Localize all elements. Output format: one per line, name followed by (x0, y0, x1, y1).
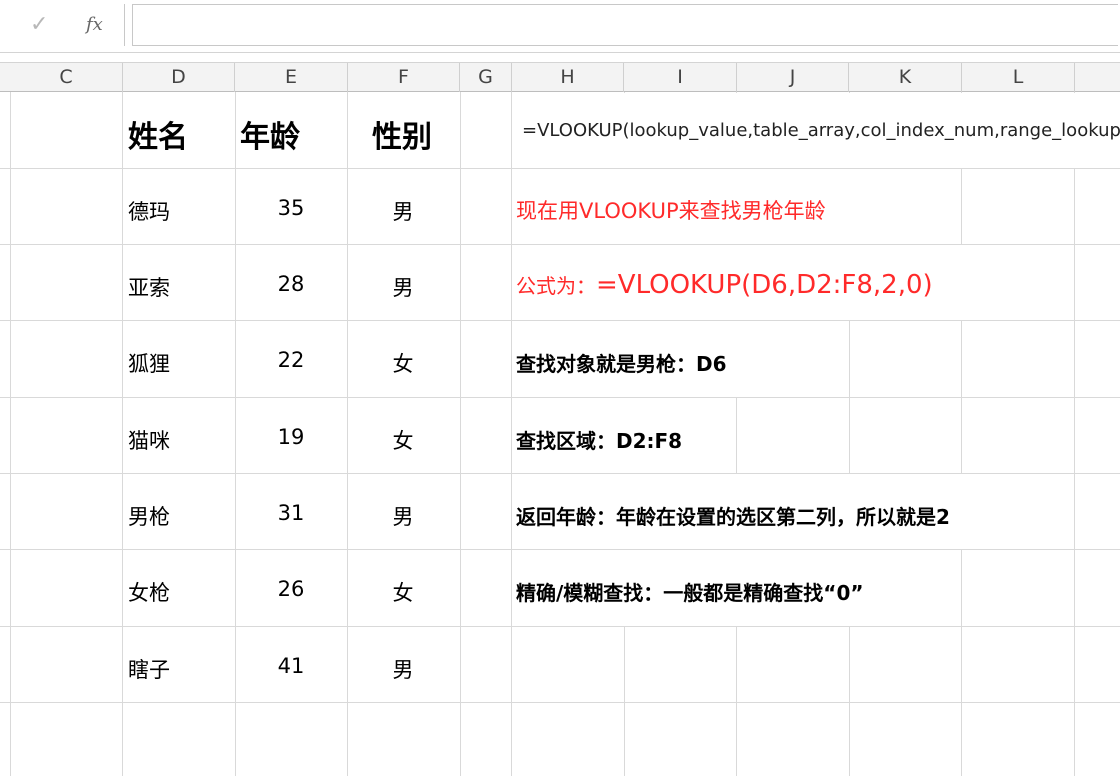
note-lookup-range[interactable]: 查找区域：D2:F8 (516, 425, 682, 454)
column-header-h[interactable]: H (512, 63, 624, 92)
formula-prefix: 公式为： (516, 274, 596, 298)
grid-line (122, 92, 123, 776)
sheet-grid[interactable]: 姓名 年龄 性别 =VLOOKUP(lookup_value,table_arr… (0, 92, 1120, 776)
cell-name[interactable]: 亚索 (128, 272, 170, 302)
cell-gender[interactable]: 女 (347, 425, 459, 455)
note-match-type[interactable]: 精确/模糊查找：一般都是精确查找“0” (516, 577, 864, 606)
cell-age[interactable]: 22 (235, 348, 347, 372)
header-name[interactable]: 姓名 (128, 112, 188, 156)
header-gender[interactable]: 性别 (372, 112, 432, 156)
cell-age[interactable]: 35 (235, 196, 347, 220)
column-header-i[interactable]: I (624, 63, 737, 92)
note-formula[interactable]: 公式为：=VLOOKUP(D6,D2:F8,2,0) (516, 270, 933, 300)
grid-line (10, 92, 11, 776)
column-header-k[interactable]: K (849, 63, 962, 92)
cell-name[interactable]: 女枪 (128, 577, 170, 607)
cell-gender[interactable]: 男 (347, 654, 459, 684)
column-headers: C D E F G H I J K L (0, 62, 1120, 92)
cell-age[interactable]: 19 (235, 425, 347, 449)
formula-input[interactable] (132, 4, 1118, 46)
grid-line (0, 702, 1120, 703)
cell-name[interactable]: 男枪 (128, 501, 170, 531)
grid-line (1074, 92, 1075, 776)
cell-age[interactable]: 31 (235, 501, 347, 525)
grid-line (961, 92, 962, 776)
cell-age[interactable]: 26 (235, 577, 347, 601)
column-header-e[interactable]: E (235, 63, 348, 92)
column-header-f[interactable]: F (348, 63, 460, 92)
cell-age[interactable]: 28 (235, 272, 347, 296)
note-lookup-object[interactable]: 查找对象就是男枪：D6 (516, 348, 727, 377)
cell-name[interactable]: 瞎子 (128, 654, 170, 684)
cell-gender[interactable]: 男 (347, 501, 459, 531)
column-header-d[interactable]: D (123, 63, 235, 92)
note-intro[interactable]: 现在用VLOOKUP来查找男枪年龄 (516, 195, 826, 225)
column-header-j[interactable]: J (737, 63, 849, 92)
note-return-col[interactable]: 返回年龄：年龄在设置的选区第二列，所以就是2 (516, 501, 950, 530)
cell-name[interactable]: 猫咪 (128, 425, 170, 455)
cell-gender[interactable]: 男 (347, 272, 459, 302)
header-age[interactable]: 年龄 (240, 112, 300, 156)
grid-line (460, 92, 461, 776)
column-header-l[interactable]: L (962, 63, 1075, 92)
formula-bar: ✓ fx (0, 0, 1120, 53)
cell-name[interactable]: 德玛 (128, 196, 170, 226)
column-header-g[interactable]: G (460, 63, 512, 92)
grid-line (0, 626, 1120, 627)
cell-gender[interactable]: 女 (347, 348, 459, 378)
cell-gender[interactable]: 女 (347, 577, 459, 607)
check-icon[interactable]: ✓ (30, 12, 48, 37)
cell-age[interactable]: 41 (235, 654, 347, 678)
formula-text: =VLOOKUP(D6,D2:F8,2,0) (596, 270, 933, 300)
cell-name[interactable]: 狐狸 (128, 348, 170, 378)
vlookup-syntax[interactable]: =VLOOKUP(lookup_value,table_array,col_in… (522, 120, 1120, 141)
formula-bar-icons: ✓ fx (0, 4, 125, 46)
column-header-c[interactable]: C (10, 63, 123, 92)
cell-gender[interactable]: 男 (347, 196, 459, 226)
fx-icon[interactable]: fx (86, 14, 103, 35)
